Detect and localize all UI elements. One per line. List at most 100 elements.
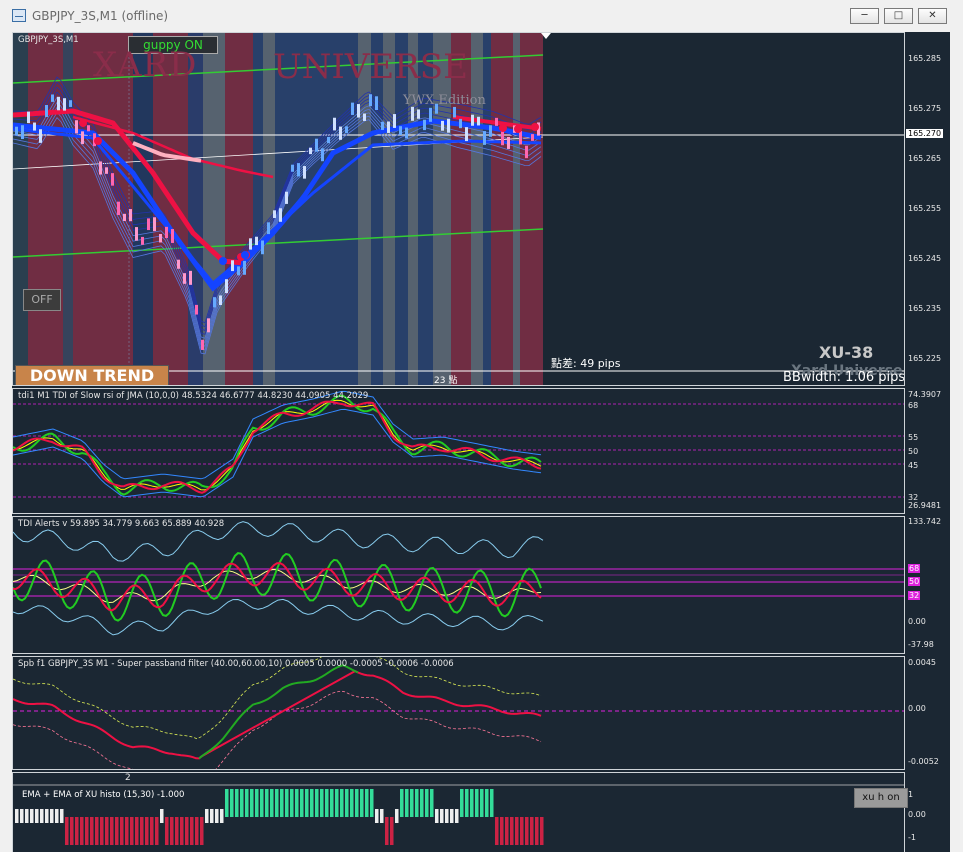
price-candle xyxy=(339,126,342,140)
signal-dot xyxy=(94,137,102,145)
price-candle xyxy=(363,113,366,122)
histogram-bar xyxy=(75,817,79,845)
spb-axis: 0.0045 0.00 -0.0052 xyxy=(905,656,950,770)
histogram-bar xyxy=(165,817,169,845)
histogram-bar xyxy=(180,817,184,845)
background-band xyxy=(520,33,543,385)
histogram-bar xyxy=(250,789,254,817)
minimize-button[interactable]: ─ xyxy=(850,8,879,24)
price-candle xyxy=(207,318,210,333)
histogram-bar xyxy=(505,817,509,845)
price-candle xyxy=(507,136,510,149)
price-axis: 165.285 165.275 165.265 165.255 165.245 … xyxy=(905,32,950,386)
price-candle xyxy=(87,125,90,132)
tdi1-axis: 74.3907 68 55 50 45 32 26.9481 xyxy=(905,388,950,514)
maximize-button[interactable]: □ xyxy=(884,8,913,24)
histogram-bar xyxy=(525,817,529,845)
price-candle xyxy=(531,134,534,141)
histogram-bar xyxy=(490,789,494,817)
histogram-bar xyxy=(140,817,144,845)
signal-dot xyxy=(499,124,507,132)
trend-label: DOWN TREND xyxy=(15,365,169,385)
histogram-bar xyxy=(285,789,289,817)
price-candle xyxy=(315,138,318,152)
chart-frame: GBPJPY_3S,M1 guppy ON XARD UNIVERSE YWX … xyxy=(12,32,950,852)
green-rsi-line xyxy=(13,394,542,496)
price-candle xyxy=(429,107,432,122)
histogram-bar xyxy=(360,789,364,817)
histogram-bar xyxy=(15,809,19,823)
spb-filter-pane[interactable]: Spb f1 GBPJPY_3S M1 - Super passband fil… xyxy=(12,656,905,770)
histogram-bar xyxy=(210,809,214,823)
close-button[interactable]: ✕ xyxy=(918,8,947,24)
price-candle xyxy=(423,119,426,131)
price-candle xyxy=(465,127,468,142)
tdi-alerts-pane[interactable]: TDI Alerts v 59.895 34.779 9.663 65.889 … xyxy=(12,516,905,654)
price-candle xyxy=(405,127,408,139)
price-tick: 165.265 xyxy=(908,154,942,163)
histogram-bar xyxy=(310,789,314,817)
price-candle xyxy=(27,111,30,124)
histogram-bar xyxy=(270,789,274,817)
xu-histo-toggle-button[interactable]: xu h on xyxy=(854,788,908,808)
histogram-bar xyxy=(215,809,219,823)
histogram-bar xyxy=(195,817,199,845)
level-tag-50: 50 xyxy=(908,577,921,586)
price-candle xyxy=(453,106,456,118)
histogram-bar xyxy=(475,789,479,817)
histogram-bar xyxy=(390,817,394,845)
background-band xyxy=(73,33,133,385)
price-candle xyxy=(225,279,228,294)
histogram-bar xyxy=(130,817,134,845)
histo-tick: -1 xyxy=(908,833,916,842)
ema-histo-pane[interactable]: 2 EMA + EMA of XU histo (15,30) -1.000 xyxy=(12,772,905,852)
histogram-bar xyxy=(415,789,419,817)
tdi-alerts-tick: 133.742 xyxy=(908,517,942,526)
price-candle xyxy=(327,136,330,144)
histogram-bar xyxy=(40,809,44,823)
signal-dot xyxy=(514,125,522,133)
background-band xyxy=(133,33,153,385)
price-candle xyxy=(219,295,222,306)
histogram-bar xyxy=(220,809,224,823)
histogram-bar xyxy=(275,789,279,817)
histogram-bar xyxy=(20,809,24,823)
price-candle xyxy=(171,229,174,243)
price-tick: 165.245 xyxy=(908,254,942,263)
histogram-bar xyxy=(330,789,334,817)
price-tick: 165.275 xyxy=(908,104,942,113)
price-candle xyxy=(51,94,54,102)
histogram-bar xyxy=(425,789,429,817)
price-candle xyxy=(495,117,498,126)
histogram-bar xyxy=(70,817,74,845)
histo-tick: 0.00 xyxy=(908,810,926,819)
histogram-bar xyxy=(120,817,124,845)
histo-marker-label: 2 xyxy=(125,773,131,783)
price-candle xyxy=(471,114,474,126)
histogram-bar xyxy=(385,817,389,845)
background-band xyxy=(513,33,520,385)
histogram-bar xyxy=(430,789,434,817)
histogram-bar xyxy=(235,789,239,817)
price-candle xyxy=(237,266,240,276)
price-candle xyxy=(99,161,102,175)
main-price-pane[interactable]: GBPJPY_3S,M1 guppy ON XARD UNIVERSE YWX … xyxy=(12,32,905,386)
tdi1-indicator-pane[interactable]: tdi1 M1 TDI of Slow rsi of JMA (10,0,0) … xyxy=(12,388,905,514)
price-candle xyxy=(333,117,336,131)
price-candle xyxy=(129,209,132,222)
price-tick: 165.225 xyxy=(908,354,942,363)
off-button[interactable]: OFF xyxy=(23,289,61,311)
price-candle xyxy=(45,105,48,117)
price-candle xyxy=(375,96,378,110)
histogram-bar xyxy=(255,789,259,817)
background-band xyxy=(471,33,483,385)
histogram-bar xyxy=(105,817,109,845)
histogram-bar xyxy=(60,809,64,823)
upper-envelope-line xyxy=(13,657,542,740)
price-candle xyxy=(291,164,294,172)
price-candle xyxy=(501,131,504,146)
symbol-label: GBPJPY_3S,M1 xyxy=(18,35,79,45)
histogram-bar xyxy=(350,789,354,817)
price-candle xyxy=(147,218,150,231)
tdi1-tick: 45 xyxy=(908,461,919,470)
